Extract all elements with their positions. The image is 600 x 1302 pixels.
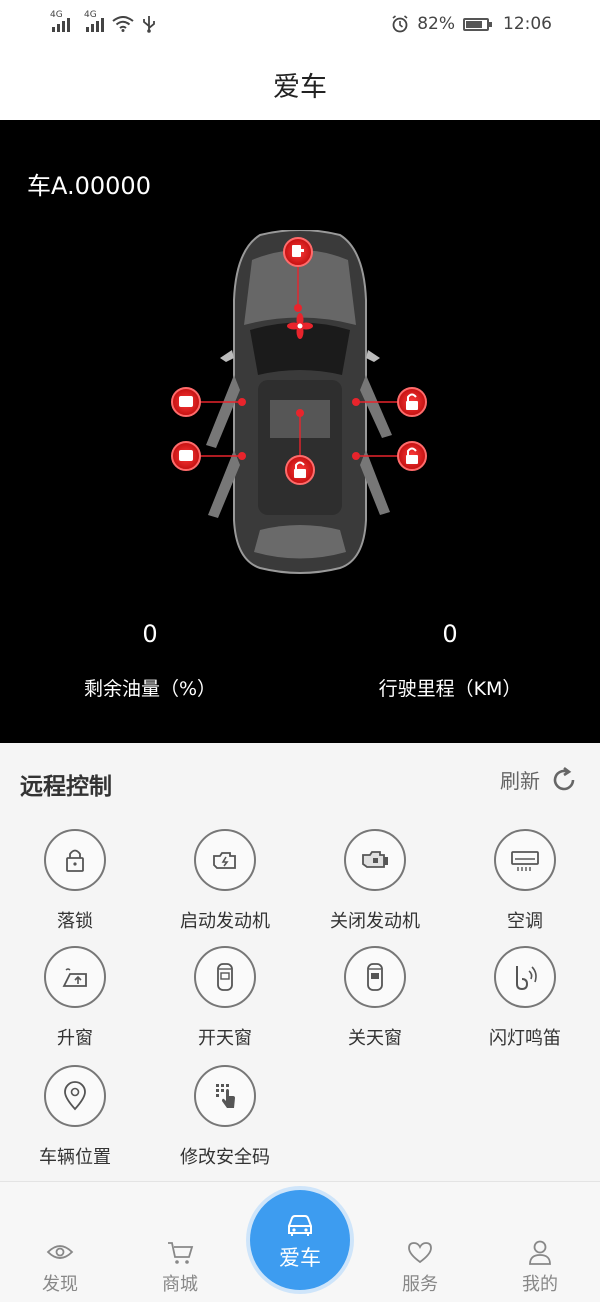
control-label: 升窗 — [57, 1028, 93, 1049]
door-front-right-lock-icon — [397, 387, 427, 417]
bottom-tab-bar: 发现 商城 爱车 服务 我的 — [0, 1181, 600, 1302]
section-title: 远程控制 — [20, 774, 112, 800]
fuel-label: 剩余油量（%） — [83, 678, 217, 700]
tab-discover[interactable]: 发现 — [0, 1238, 120, 1296]
alarm-clock-icon — [392, 15, 408, 33]
wifi-icon — [112, 16, 134, 32]
status-right: 82% 12:06 — [391, 14, 552, 34]
refresh-label: 刷新 — [500, 769, 540, 793]
window-up-icon — [44, 946, 106, 1008]
keypad-icon — [194, 1065, 256, 1127]
fuel-cap-icon — [283, 237, 313, 267]
cell-signal-icon: 4G — [84, 10, 104, 32]
engine-start-icon — [194, 829, 256, 891]
air-conditioner-icon — [494, 829, 556, 891]
eye-icon — [46, 1245, 74, 1259]
door-rear-left-icon — [171, 441, 201, 471]
control-label: 修改安全码 — [180, 1147, 270, 1168]
control-vehicle-location[interactable]: 车辆位置 — [0, 1065, 150, 1169]
control-label: 开天窗 — [198, 1028, 252, 1049]
network-type: 4G — [50, 10, 63, 20]
tab-mine[interactable]: 我的 — [480, 1238, 600, 1296]
control-label: 闪灯鸣笛 — [489, 1028, 561, 1049]
license-plate: 车A.00000 — [27, 172, 151, 200]
mileage-value: 0 — [442, 620, 458, 648]
network-type: 4G — [84, 10, 97, 20]
control-label: 车辆位置 — [39, 1147, 111, 1168]
horn-icon — [494, 946, 556, 1008]
trunk-lock-icon — [285, 455, 315, 485]
tab-label: 商城 — [162, 1274, 198, 1295]
car-top-view — [171, 230, 427, 574]
tab-label: 我的 — [522, 1274, 558, 1295]
engine-stop-icon — [344, 829, 406, 891]
door-rear-right-lock-icon — [397, 441, 427, 471]
person-icon — [529, 1240, 551, 1265]
control-air-conditioner[interactable]: 空调 — [450, 829, 600, 933]
sunroof-open-icon — [194, 946, 256, 1008]
cart-icon — [168, 1242, 194, 1264]
usb-icon — [143, 16, 155, 33]
status-bar: 4G 4G 82% 12:06 — [0, 0, 600, 48]
car-status-panel: 车A.00000 0 剩余油量（%） 0 行驶里程（KM） — [0, 120, 600, 743]
control-label: 启动发动机 — [180, 911, 270, 932]
page-title: 爱车 — [273, 71, 327, 103]
battery-icon — [463, 17, 492, 31]
tab-label: 发现 — [42, 1274, 78, 1295]
sunroof-close-icon — [344, 946, 406, 1008]
door-front-left-icon — [171, 387, 201, 417]
lock-icon — [44, 829, 106, 891]
tab-label: 服务 — [402, 1274, 438, 1295]
heart-icon — [408, 1242, 432, 1264]
control-horn-flash[interactable]: 闪灯鸣笛 — [450, 946, 600, 1050]
control-sunroof-close[interactable]: 关天窗 — [300, 946, 450, 1050]
mileage-stat: 0 行驶里程（KM） — [300, 620, 600, 701]
control-label: 空调 — [507, 911, 543, 932]
control-window-up[interactable]: 升窗 — [0, 946, 150, 1050]
page-header: 爱车 — [0, 48, 600, 120]
control-sunroof-open[interactable]: 开天窗 — [150, 946, 300, 1050]
remote-control-section: 远程控制 刷新 落锁 启动发动机 关闭发动机 空调 升窗 开天窗 关天窗 闪灯鸣… — [0, 743, 600, 1181]
mileage-label: 行驶里程（KM） — [378, 678, 522, 700]
location-pin-icon — [44, 1065, 106, 1127]
car-icon — [288, 1215, 312, 1236]
fuel-value: 0 — [142, 620, 158, 648]
status-left: 4G 4G — [50, 10, 156, 33]
tab-label: 爱车 — [279, 1246, 321, 1270]
control-change-security-code[interactable]: 修改安全码 — [150, 1065, 300, 1169]
control-label: 落锁 — [57, 911, 93, 932]
clock: 12:06 — [503, 14, 552, 34]
cell-signal-icon: 4G — [50, 10, 70, 32]
tab-my-car[interactable]: 爱车 — [250, 1190, 350, 1290]
control-lock[interactable]: 落锁 — [0, 829, 150, 933]
refresh-button[interactable]: 刷新 — [500, 765, 578, 794]
control-engine-start[interactable]: 启动发动机 — [150, 829, 300, 933]
fuel-stat: 0 剩余油量（%） — [0, 620, 300, 701]
refresh-icon — [553, 766, 575, 790]
tab-service[interactable]: 服务 — [360, 1238, 480, 1296]
battery-percent: 82% — [417, 14, 455, 34]
control-engine-stop[interactable]: 关闭发动机 — [300, 829, 450, 933]
tab-mall[interactable]: 商城 — [120, 1238, 240, 1296]
control-label: 关天窗 — [348, 1028, 402, 1049]
control-label: 关闭发动机 — [330, 911, 420, 932]
